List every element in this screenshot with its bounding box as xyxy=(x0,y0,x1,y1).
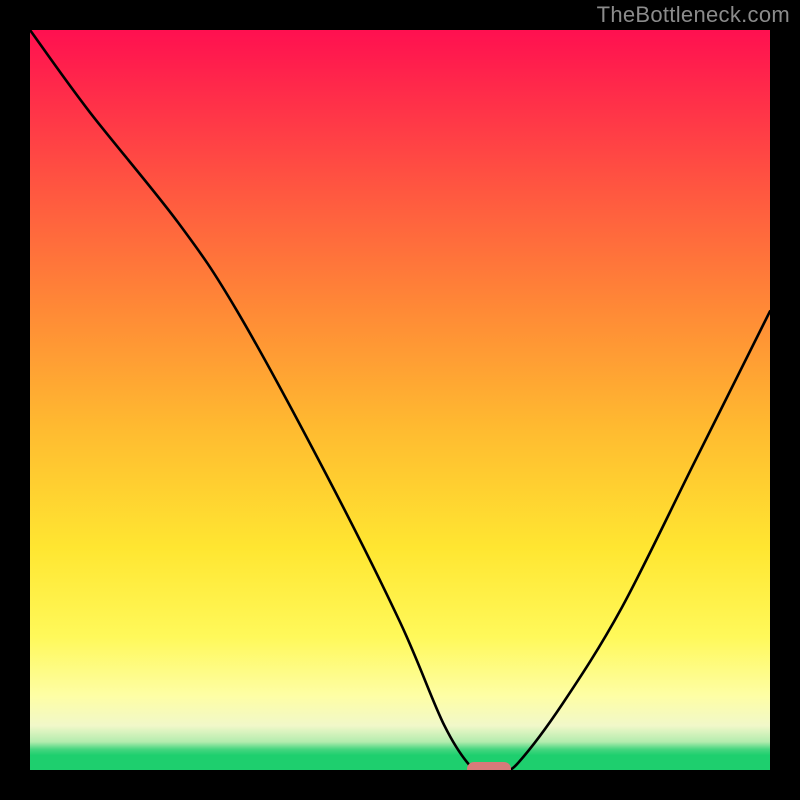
plot-area xyxy=(30,30,770,770)
minimum-marker xyxy=(467,762,511,770)
watermark-text: TheBottleneck.com xyxy=(597,2,790,28)
bottleneck-curve xyxy=(30,30,770,770)
chart-container: TheBottleneck.com xyxy=(0,0,800,800)
